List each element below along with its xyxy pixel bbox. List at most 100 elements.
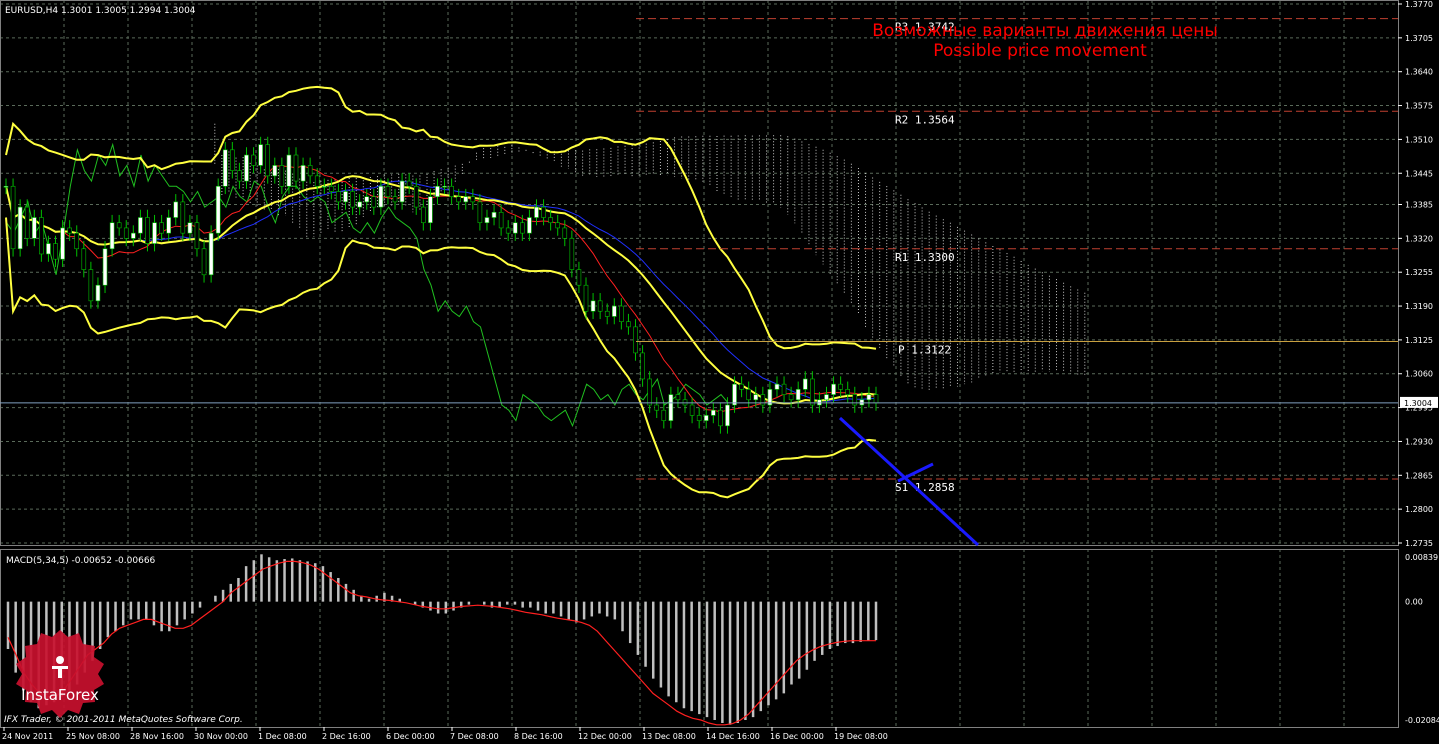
candle-body <box>88 269 94 302</box>
candle-body <box>725 404 730 427</box>
y-tick-label: 1.3255 <box>1405 268 1433 277</box>
candle-body <box>343 191 348 203</box>
macd-y-label: 0.00839 <box>1405 553 1438 562</box>
candle-body <box>491 212 497 218</box>
y-tick-label: 1.3190 <box>1405 302 1433 311</box>
candle-body <box>484 217 490 224</box>
candle-body <box>53 243 58 260</box>
chart-canvas: R3 1.3742R2 1.3564R1 1.3300P 1.3122S1 1.… <box>0 0 1439 741</box>
candle-body <box>781 383 787 395</box>
candle-body <box>371 196 377 208</box>
candle-body <box>230 149 235 171</box>
x-tick-label: 8 Dec 16:00 <box>514 732 563 741</box>
candle-body <box>201 248 207 276</box>
candle-body <box>17 206 23 250</box>
candle-body <box>95 284 101 302</box>
x-tick-label: 28 Nov 16:00 <box>130 732 184 741</box>
candle-body <box>640 352 645 380</box>
copyright-text: IFX Trader, © 2001-2011 MetaQuotes Softw… <box>4 715 243 725</box>
candle-body <box>555 222 561 229</box>
y-tick-label: 1.3640 <box>1405 68 1433 77</box>
candle-body <box>534 206 539 218</box>
candle-body <box>399 180 405 203</box>
candle-body <box>222 149 228 187</box>
candle-body <box>456 196 461 203</box>
x-tick-label: 7 Dec 08:00 <box>450 732 499 741</box>
pivot-label-p: P 1.3122 <box>898 343 951 356</box>
candle-body <box>583 284 589 312</box>
candle-body <box>788 394 794 401</box>
candle-body <box>159 222 164 234</box>
candle-body <box>505 227 511 234</box>
candle-body <box>449 185 454 197</box>
candle-body <box>31 217 37 239</box>
candle-body <box>675 394 681 401</box>
candle-body <box>859 399 865 406</box>
candle-body <box>166 217 171 234</box>
macd-y-label: 0.00 <box>1405 598 1423 607</box>
candle-body <box>619 305 624 322</box>
symbol-info: EURUSD,H4 1.3001 1.3005 1.2994 1.3004 <box>5 6 196 16</box>
candle-body <box>774 383 780 390</box>
candle-body <box>244 154 249 182</box>
candle-body <box>251 154 256 166</box>
candle-body <box>611 305 617 317</box>
candle-body <box>512 222 518 234</box>
candle-body <box>831 383 836 395</box>
macd-y-label: -0.02084 <box>1405 716 1439 725</box>
candle-body <box>477 201 483 224</box>
candle-body <box>739 383 744 390</box>
candle-body <box>237 170 242 182</box>
candle-body <box>258 144 263 166</box>
candle-body <box>760 394 766 406</box>
candle-body <box>498 212 504 229</box>
candle-body <box>138 217 143 234</box>
candle-body <box>866 394 872 401</box>
y-tick-label: 1.3060 <box>1405 370 1433 379</box>
x-tick-label: 25 Nov 08:00 <box>66 732 120 741</box>
candle-body <box>60 227 65 260</box>
candle-body <box>329 185 334 192</box>
candle-body <box>24 206 30 239</box>
candle-body <box>208 232 214 276</box>
candle-body <box>300 165 306 182</box>
candle-body <box>732 383 737 406</box>
candle-body <box>39 217 44 255</box>
candle-body <box>406 180 412 187</box>
candle-body <box>527 217 532 234</box>
x-tick-label: 12 Dec 00:00 <box>578 732 632 741</box>
candle-body <box>597 300 603 312</box>
current-price-label: 1.3004 <box>1404 399 1432 408</box>
candle-body <box>824 394 829 401</box>
candle-body <box>711 409 716 416</box>
candle-body <box>795 389 801 401</box>
candle-body <box>746 389 751 401</box>
candle-body <box>845 389 851 395</box>
candle-body <box>696 415 702 421</box>
candle-body <box>173 201 179 218</box>
x-tick-label: 1 Dec 08:00 <box>258 732 307 741</box>
candle-body <box>81 248 87 270</box>
candle-body <box>109 222 115 250</box>
candle-body <box>633 326 638 354</box>
pivot-label-r2: R2 1.3564 <box>895 113 955 126</box>
candle-body <box>378 185 384 208</box>
candle-body <box>357 201 362 208</box>
x-tick-label: 14 Dec 16:00 <box>706 732 760 741</box>
candle-body <box>576 269 582 286</box>
candle-body <box>74 232 80 250</box>
y-tick-label: 1.3385 <box>1405 200 1433 209</box>
candle-body <box>470 196 476 203</box>
x-tick-label: 2 Dec 16:00 <box>322 732 371 741</box>
candle-body <box>116 222 122 229</box>
candle-body <box>541 206 546 218</box>
candle-body <box>753 394 759 401</box>
candle-body <box>654 404 660 411</box>
y-tick-label: 1.2800 <box>1405 505 1433 514</box>
x-tick-label: 19 Dec 08:00 <box>834 732 888 741</box>
candle-body <box>413 185 419 208</box>
y-tick-label: 1.3770 <box>1405 0 1433 9</box>
macd-panel: 0.00839 0.00 -0.02084 <box>6 553 1439 726</box>
y-tick-label: 1.3320 <box>1405 234 1433 243</box>
candle-body <box>802 378 808 390</box>
